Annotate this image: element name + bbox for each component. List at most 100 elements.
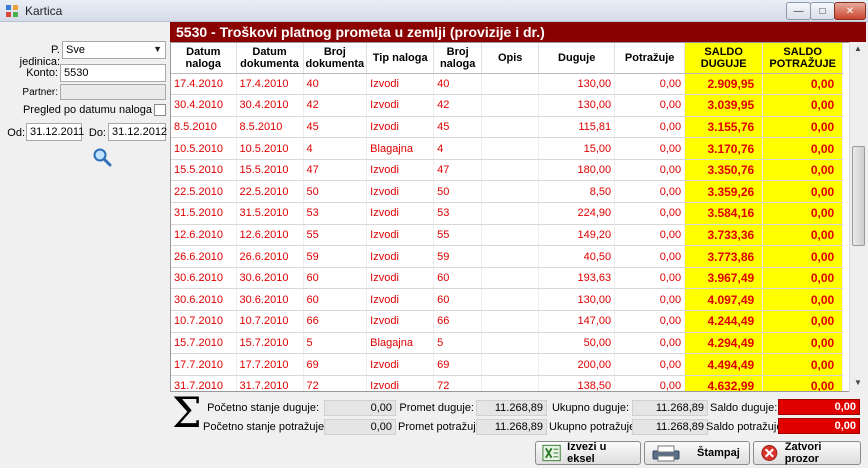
table-cell: 0,00	[614, 353, 686, 376]
table-row[interactable]: 15.7.2010 15.7.2010 5 Blagajna 5 50,00 0,00 4.2…	[171, 332, 844, 355]
column-header[interactable]: Opis	[481, 43, 540, 74]
table-row[interactable]: 10.7.2010 10.7.2010 66 Izvodi 66 147,00 0,00 4.…	[171, 310, 844, 333]
table-row[interactable]: 26.6.2010 26.6.2010 59 Izvodi 59 40,50 0,00 3.7…	[171, 245, 844, 268]
konto-value: 5530	[64, 67, 89, 79]
table-cell: 3.155,76	[684, 116, 764, 139]
table-row[interactable]: 10.5.2010 10.5.2010 4 Blagajna 4 15,00 0,00 3.1…	[171, 137, 844, 160]
table-cell	[481, 94, 540, 117]
excel-icon	[542, 444, 561, 462]
table-cell: 0,00	[614, 180, 686, 204]
column-header[interactable]: Duguje	[538, 43, 616, 74]
table-cell: 0,00	[762, 137, 844, 160]
table-cell: Izvodi	[366, 224, 435, 247]
table-row[interactable]: 22.5.2010 22.5.2010 50 Izvodi 50 8,50 0,00 3.35…	[171, 180, 844, 204]
table-cell: 60	[303, 267, 368, 290]
column-header[interactable]: SALDO POTRAŽUJE	[762, 43, 844, 74]
table-cell	[481, 353, 540, 376]
table-cell: 0,00	[614, 310, 686, 333]
table-cell: 0,00	[762, 375, 844, 391]
ukupno-duguje-label: Ukupno duguje:	[551, 402, 629, 414]
table-cell: 30.6.2010	[236, 267, 304, 290]
jedinica-select[interactable]: Sve ▼	[62, 41, 166, 59]
table-cell: 10.7.2010	[171, 310, 237, 333]
table-row[interactable]: 15.5.2010 15.5.2010 47 Izvodi 47 180,00 0,00 3.…	[171, 159, 844, 182]
table-cell: 47	[303, 159, 368, 182]
close-form-button[interactable]: Zatvori prozor	[753, 441, 861, 465]
table-cell: 8.5.2010	[236, 116, 304, 139]
table-row[interactable]: 30.6.2010 30.6.2010 60 Izvodi 60 130,00 0,00 4.…	[171, 288, 844, 312]
table-cell: 66	[433, 310, 483, 333]
table-row[interactable]: 30.6.2010 30.6.2010 60 Izvodi 60 193,63 0,00 3.…	[171, 267, 844, 290]
scroll-up-icon[interactable]: ▲	[854, 44, 862, 53]
table-cell: 50,00	[538, 332, 616, 355]
maximize-button[interactable]: □	[810, 2, 835, 20]
column-header[interactable]: SALDO DUGUJE	[684, 43, 764, 74]
table-cell: 138,50	[538, 375, 616, 391]
print-button[interactable]: Štampaj	[644, 441, 750, 465]
column-header[interactable]: Broj dokumenta	[303, 43, 368, 74]
od-date-field[interactable]: 31.12.2011	[26, 123, 84, 141]
table-cell: 3.170,76	[684, 137, 764, 160]
print-label: Štampaj	[697, 447, 740, 459]
table-cell: Izvodi	[366, 353, 435, 376]
table-cell: 0,00	[762, 245, 844, 268]
table-row[interactable]: 17.4.2010 17.4.2010 40 Izvodi 40 130,00 0,00 2.…	[171, 73, 844, 96]
table-cell: 8,50	[538, 180, 616, 204]
partner-field[interactable]	[60, 84, 166, 100]
table-row[interactable]: 31.5.2010 31.5.2010 53 Izvodi 53 224,90 0,00 3.…	[171, 202, 844, 225]
search-icon[interactable]	[92, 147, 112, 167]
table-cell: 200,00	[538, 353, 616, 376]
scroll-down-icon[interactable]: ▼	[854, 378, 862, 387]
table-cell: 30.6.2010	[236, 288, 304, 312]
table-cell: 0,00	[614, 267, 686, 290]
close-window-button[interactable]: ✕	[834, 2, 866, 20]
table-cell: 4.494,49	[684, 353, 764, 376]
table-cell: 69	[303, 353, 368, 376]
table-cell: 5	[303, 332, 368, 355]
table-row[interactable]: 30.4.2010 30.4.2010 42 Izvodi 42 130,00 0,00 3.…	[171, 94, 844, 117]
table-cell: Izvodi	[366, 73, 435, 96]
konto-field[interactable]: 5530	[60, 64, 166, 82]
column-header[interactable]: Potražuje	[614, 43, 686, 74]
close-icon	[761, 445, 778, 461]
minimize-button[interactable]: —	[786, 2, 811, 20]
jedinica-value: Sve	[66, 44, 85, 56]
ledger-grid: Datum naloga Datum dokumenta Broj dokument…	[170, 42, 866, 392]
column-header[interactable]: Datum naloga	[171, 43, 237, 74]
column-header[interactable]: Datum dokumenta	[236, 43, 304, 74]
table-cell: 15.7.2010	[236, 332, 304, 355]
table-cell: 0,00	[614, 224, 686, 247]
vertical-scrollbar[interactable]: ▲ ▼	[849, 42, 866, 392]
table-cell: 0,00	[762, 180, 844, 204]
table-cell: 10.5.2010	[236, 137, 304, 160]
table-row[interactable]: 17.7.2010 17.7.2010 69 Izvodi 69 200,00 0,00 4.…	[171, 353, 844, 376]
table-cell	[481, 332, 540, 355]
table-row[interactable]: 8.5.2010 8.5.2010 45 Izvodi 45 115,81 0,00 3.15…	[171, 116, 844, 139]
table-cell: 8.5.2010	[171, 116, 237, 139]
table-cell	[481, 245, 540, 268]
table-cell: 4.294,49	[684, 332, 764, 355]
promet-duguje-value: 11.268,89	[476, 400, 547, 416]
scroll-thumb[interactable]	[852, 146, 865, 246]
table-cell: 53	[303, 202, 368, 225]
table-cell: 45	[303, 116, 368, 139]
table-cell	[481, 288, 540, 312]
table-cell: 0,00	[762, 73, 844, 96]
account-title: 5530 - Troškovi platnog prometa u zemlji…	[170, 22, 866, 42]
export-excel-button[interactable]: Izvezi u eksel	[535, 441, 641, 465]
table-row[interactable]: 31.7.2010 31.7.2010 72 Izvodi 72 138,50 0,00 4.…	[171, 375, 844, 391]
window-title: Kartica	[25, 4, 63, 18]
do-date-field[interactable]: 31.12.2012	[108, 123, 167, 141]
table-cell: 0,00	[762, 310, 844, 333]
table-cell: 0,00	[614, 159, 686, 182]
table-cell: 42	[303, 94, 368, 117]
column-header[interactable]: Broj naloga	[433, 43, 483, 74]
table-row[interactable]: 12.6.2010 12.6.2010 55 Izvodi 55 149,20 0,00 3.…	[171, 224, 844, 247]
table-cell: 3.359,26	[684, 180, 764, 204]
column-header[interactable]: Tip naloga	[366, 43, 435, 74]
pregled-checkbox[interactable]	[154, 104, 166, 116]
table-cell	[481, 116, 540, 139]
table-cell: 130,00	[538, 288, 616, 312]
table-cell: 3.350,76	[684, 159, 764, 182]
table-cell: 0,00	[614, 245, 686, 268]
